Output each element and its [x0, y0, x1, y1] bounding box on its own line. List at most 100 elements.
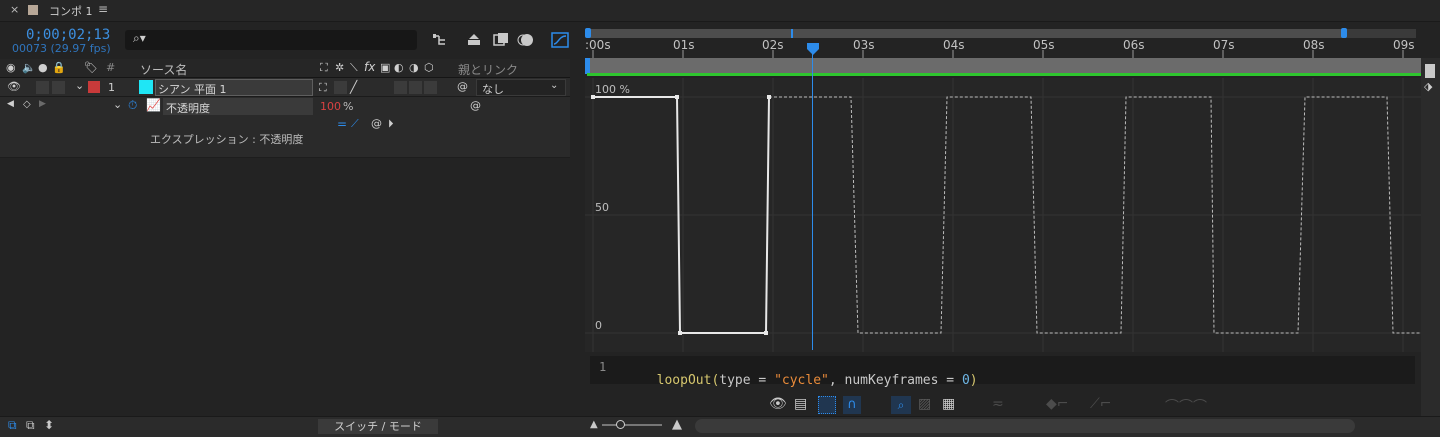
work-area-bar[interactable]: [587, 58, 1421, 74]
search-input[interactable]: [125, 30, 417, 50]
stopwatch-icon[interactable]: ⏱: [128, 98, 137, 113]
parent-value: なし: [482, 83, 504, 96]
prev-keyframe-icon[interactable]: ◀: [7, 99, 14, 109]
expression-enable-icon[interactable]: =: [337, 117, 347, 131]
expression-language-menu-icon[interactable]: ⏵: [388, 117, 394, 131]
property-pickwhip-icon[interactable]: @: [470, 99, 481, 112]
chevron-down-icon[interactable]: ⌄: [550, 80, 558, 91]
layer-name: シアン 平面 1: [158, 83, 227, 96]
switch-shy-icon[interactable]: ⛶: [320, 61, 328, 75]
layer-panel-empty: [0, 158, 585, 416]
comp-color-swatch: [28, 5, 38, 15]
switch-mode-toggle[interactable]: スイッチ / モード: [318, 419, 438, 434]
motion-blur-icon[interactable]: [517, 32, 535, 48]
switch-collapse-icon[interactable]: ✲: [335, 61, 344, 74]
audio-toggle[interactable]: [36, 81, 49, 94]
switch-motion-blur-icon[interactable]: ◐: [394, 61, 404, 74]
graph-type-icon[interactable]: ▤: [794, 396, 807, 412]
column-parent-link[interactable]: 親とリンク: [458, 61, 518, 78]
layer-label-color[interactable]: [88, 81, 100, 93]
graph-canvas[interactable]: [585, 78, 1421, 352]
label-tag-icon[interactable]: 🏷: [84, 61, 98, 74]
panel-menu-icon[interactable]: ≡: [98, 2, 108, 16]
switch-adjust-toggle[interactable]: [409, 81, 422, 94]
zoom-slider[interactable]: [602, 424, 662, 426]
expand-twirl-icon[interactable]: ⌄: [75, 79, 84, 92]
transform-box-icon[interactable]: [818, 396, 836, 414]
keyframe-handle: [764, 331, 768, 335]
work-area-end-marker[interactable]: [1425, 64, 1435, 78]
navigator-start-handle[interactable]: [585, 28, 591, 38]
code-mid: , numKeyframes =: [828, 373, 962, 388]
zoom-in-icon[interactable]: ▲: [672, 417, 682, 432]
work-area-start-handle[interactable]: [585, 58, 590, 74]
video-visibility-icon[interactable]: ◉: [6, 61, 16, 74]
switch-effects-icon[interactable]: fx: [364, 60, 375, 74]
column-source-name[interactable]: ソース名: [140, 61, 187, 78]
layer-toggle-icon[interactable]: ⧉: [26, 418, 35, 433]
current-timecode[interactable]: 0;00;02;13: [26, 27, 110, 43]
switch-collapse-toggle[interactable]: [334, 81, 347, 94]
code-number: 0: [961, 373, 970, 388]
separate-dimensions-icon[interactable]: ▦: [942, 396, 955, 412]
navigator-end-handle[interactable]: [1341, 28, 1347, 38]
expression-graph-icon[interactable]: ⟋: [351, 117, 359, 131]
property-twirl-icon[interactable]: ⌄: [113, 98, 122, 111]
property-name: 不透明度: [166, 102, 210, 115]
graph-editor-icon[interactable]: [551, 32, 569, 48]
fit-all-icon[interactable]: ▨: [918, 396, 931, 412]
frame-toggle-icon[interactable]: ⬍: [44, 418, 54, 432]
snap-icon[interactable]: ∩: [843, 396, 861, 414]
time-navigator-end: [1346, 29, 1416, 38]
switch-3d-icon[interactable]: ⬡: [424, 61, 434, 74]
code-string: "cycle": [774, 373, 829, 388]
solo-toggle[interactable]: [52, 81, 65, 94]
fit-selection-icon[interactable]: ⌕: [891, 396, 911, 414]
switch-3d-toggle[interactable]: [424, 81, 437, 94]
pickwhip-icon[interactable]: @: [457, 80, 468, 93]
keyframe-handle: [675, 95, 679, 99]
show-properties-icon[interactable]: 👁: [769, 396, 787, 412]
comp-flowchart-icon[interactable]: [432, 33, 448, 47]
shy-layers-icon[interactable]: [466, 32, 482, 48]
switch-shy-toggle-icon[interactable]: ⛶: [319, 81, 327, 95]
graph-toggle-icon[interactable]: 📈: [146, 98, 161, 112]
expression-code[interactable]: loopOut(type = "cycle", numKeyframes = 0…: [641, 358, 978, 388]
edit-keyframe-icon[interactable]: ≂: [992, 396, 1004, 412]
switch-effects-toggle[interactable]: [394, 81, 407, 94]
render-cache-bar: [587, 73, 1421, 76]
linear-keyframe-icon[interactable]: ⟋⌐: [1090, 396, 1112, 412]
next-keyframe-icon[interactable]: ▶: [39, 99, 46, 109]
tab-title[interactable]: コンポ 1: [49, 3, 93, 19]
zoom-out-icon[interactable]: ▲: [590, 419, 598, 430]
expression-pickwhip-icon[interactable]: @: [371, 117, 382, 130]
hold-keyframe-icon[interactable]: ◆⌐: [1046, 396, 1069, 412]
switch-quality-icon[interactable]: ⟍: [350, 61, 358, 75]
expression-line-number: 1: [599, 360, 607, 374]
audio-icon[interactable]: 🔈: [22, 61, 36, 74]
search-icon[interactable]: ⌕▾: [133, 31, 146, 46]
add-keyframe-icon[interactable]: ◇: [23, 99, 31, 110]
time-navigator[interactable]: [587, 29, 1415, 38]
close-icon[interactable]: ×: [10, 3, 19, 16]
zoom-slider-knob[interactable]: [616, 420, 625, 429]
horizontal-scrollbar[interactable]: [695, 419, 1355, 433]
comp-toggle-icon[interactable]: ⧉: [8, 418, 17, 433]
frame-blending-icon[interactable]: [492, 32, 510, 48]
graph-y-label-50: 50: [595, 201, 609, 214]
code-end: ): [969, 373, 978, 388]
switch-quality-toggle-icon[interactable]: ╱: [350, 80, 357, 94]
easy-ease-icon[interactable]: ⌒⌒⌒: [1165, 396, 1207, 416]
property-value[interactable]: 100: [320, 100, 341, 113]
playhead-handle[interactable]: [806, 42, 820, 56]
lock-icon[interactable]: 🔒: [52, 61, 66, 74]
visibility-toggle-icon[interactable]: 👁: [7, 80, 21, 93]
code-arg: type =: [719, 373, 775, 388]
switch-frame-blend-icon[interactable]: ▣: [380, 61, 390, 74]
switch-adjustment-icon[interactable]: ◑: [409, 61, 419, 74]
playhead-line: [812, 52, 813, 350]
panel-splitter[interactable]: [570, 22, 585, 416]
vertical-scrollbar[interactable]: [1421, 58, 1440, 416]
graph-snapshot-icon[interactable]: ⬗: [1424, 80, 1432, 93]
solo-icon[interactable]: ●: [38, 61, 48, 74]
